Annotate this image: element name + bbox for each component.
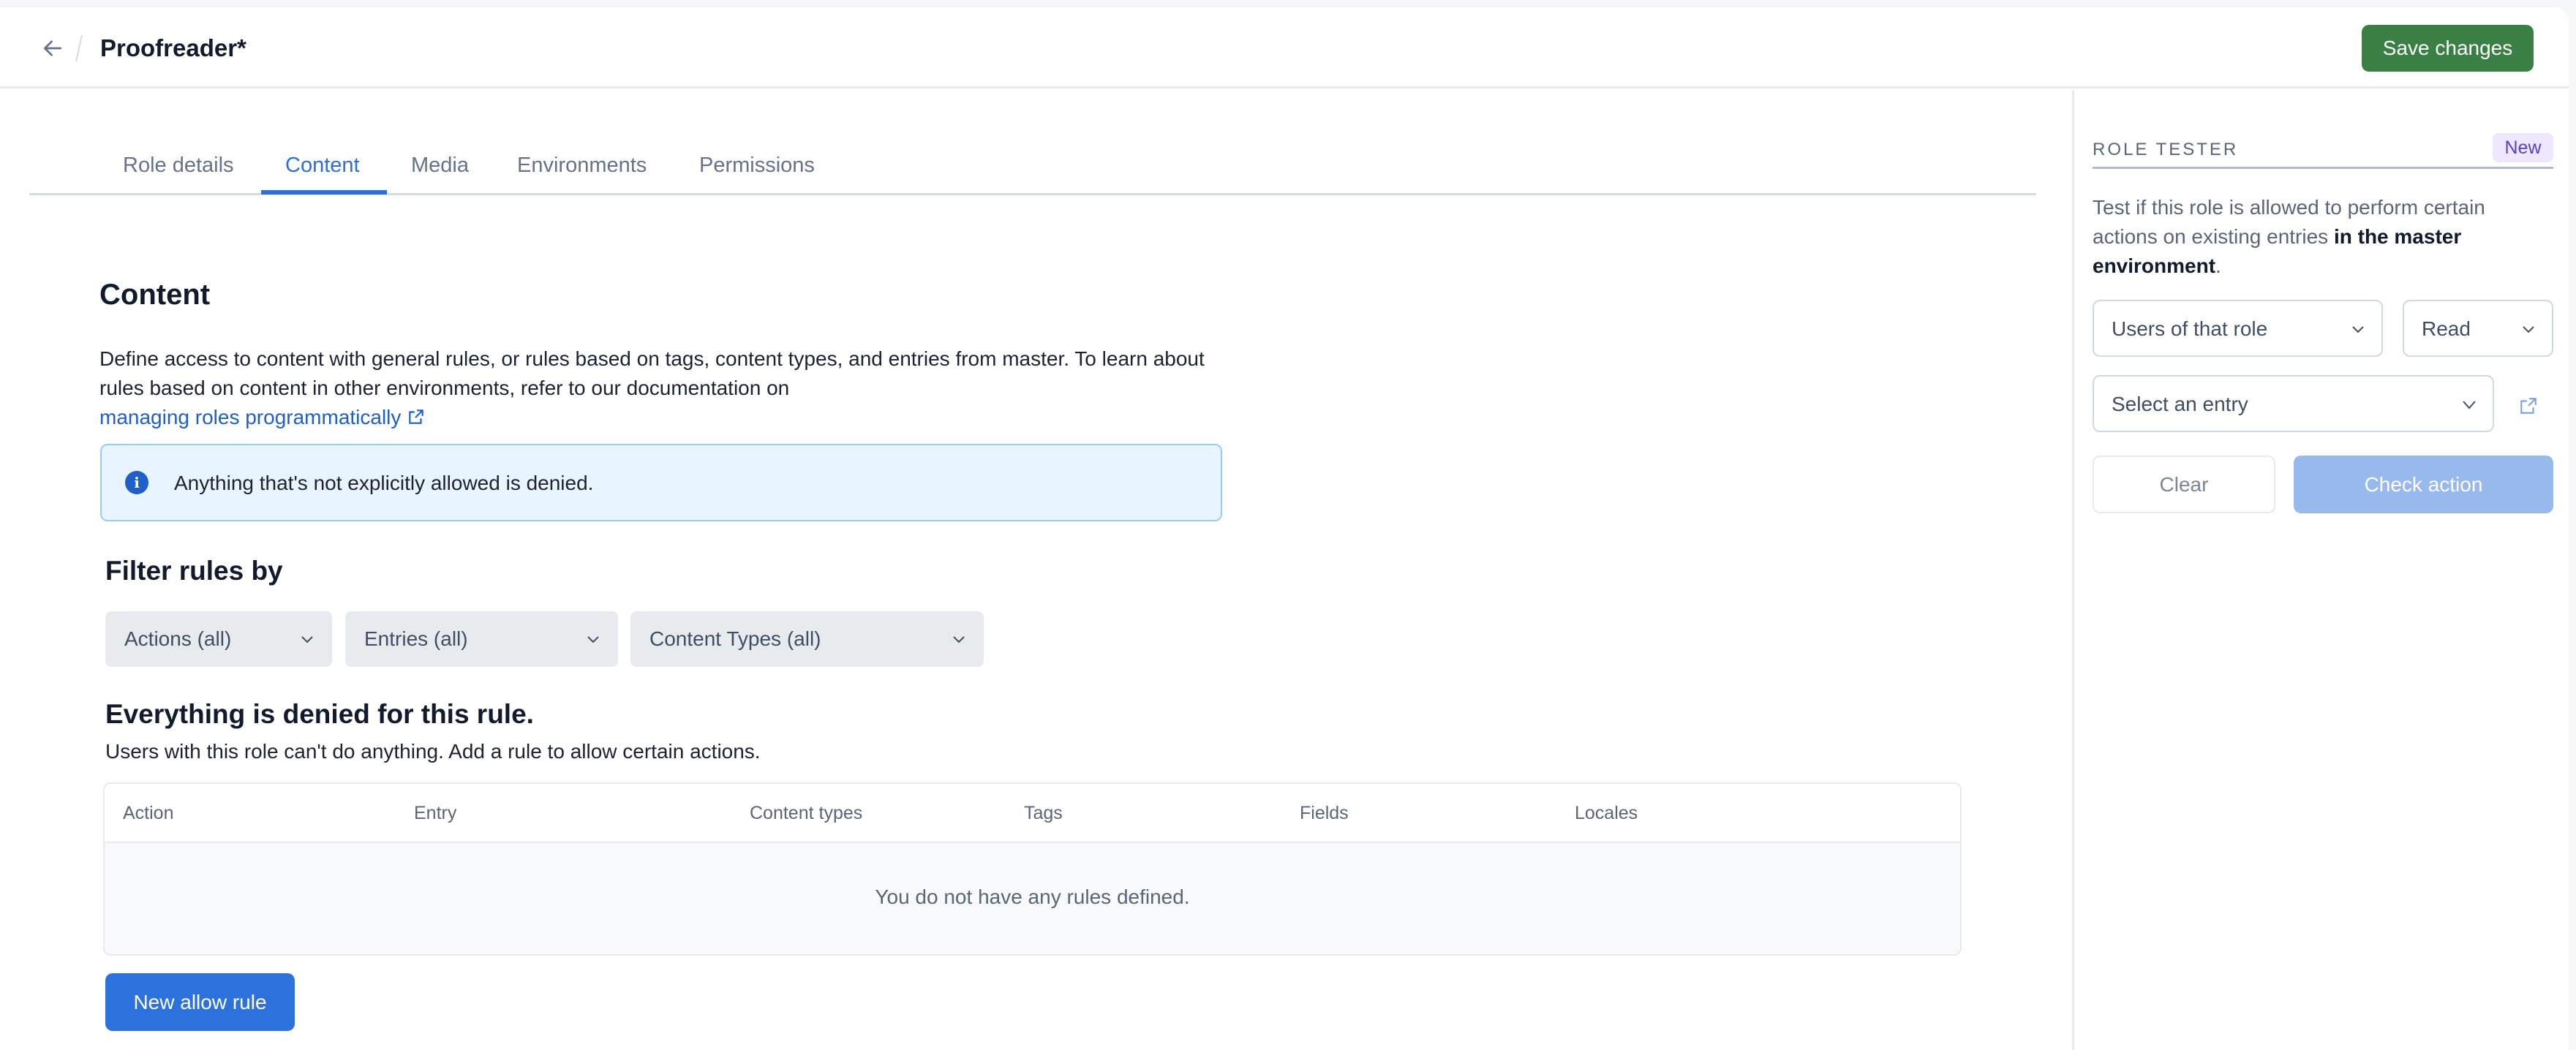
tab-media[interactable]: Media: [411, 151, 469, 180]
column-header-entry: Entry: [414, 803, 457, 823]
save-changes-button[interactable]: Save changes: [2362, 25, 2534, 72]
check-action-button[interactable]: Check action: [2294, 456, 2553, 513]
subject-select[interactable]: Users of that role: [2093, 300, 2383, 357]
chevron-down-icon: [953, 636, 965, 643]
doc-link-label[interactable]: managing roles programmatically: [99, 406, 401, 428]
entry-select-placeholder: Select an entry: [2112, 393, 2248, 415]
column-header-tags: Tags: [1024, 803, 1063, 823]
tab-role-details[interactable]: Role details: [123, 151, 234, 180]
doc-link[interactable]: managing roles programmatically: [99, 406, 426, 428]
column-header-content-types: Content types: [750, 803, 863, 823]
tab-environments[interactable]: Environments: [517, 151, 647, 180]
role-tester-description: Test if this role is allowed to perform …: [2093, 193, 2553, 281]
filter-actions-dropdown[interactable]: Actions (all): [105, 611, 332, 667]
description-end: .: [2215, 254, 2221, 277]
info-text: Anything that's not explicitly allowed i…: [174, 472, 594, 494]
role-tester-heading: ROLE TESTER: [2093, 140, 2239, 159]
info-icon: i: [125, 471, 148, 494]
denied-heading: Everything is denied for this rule.: [105, 699, 534, 729]
column-header-action: Action: [123, 803, 174, 823]
chevron-down-icon: [2523, 326, 2534, 333]
action-select[interactable]: Read: [2403, 300, 2553, 357]
action-select-value: Read: [2422, 317, 2471, 340]
arrow-left-icon[interactable]: [41, 37, 64, 60]
table-body: You do not have any rules defined.: [105, 843, 1960, 954]
filter-entries-label: Entries (all): [364, 627, 468, 650]
new-allow-rule-button[interactable]: New allow rule: [105, 973, 295, 1031]
info-note: i Anything that's not explicitly allowed…: [100, 444, 1222, 521]
filter-content-types-label: Content Types (all): [649, 627, 821, 650]
denied-subtitle: Users with this role can't do anything. …: [105, 740, 761, 763]
filter-actions-label: Actions (all): [124, 627, 232, 650]
main-content: Role details Content Media Environments …: [0, 91, 2072, 1050]
section-heading: Content: [99, 279, 211, 311]
chevron-down-icon: [2352, 326, 2364, 333]
active-tab-indicator: [261, 190, 387, 194]
empty-state-text: You do not have any rules defined.: [875, 885, 1190, 908]
page-header: Proofreader* Save changes: [0, 7, 2569, 88]
breadcrumb-separator: [75, 34, 83, 62]
page-title: Proofreader*: [100, 34, 246, 61]
filter-content-types-dropdown[interactable]: Content Types (all): [630, 611, 984, 667]
chevron-down-icon: [301, 636, 313, 643]
heading-divider: [2093, 167, 2553, 169]
chevron-down-icon: [2463, 401, 2476, 409]
chevron-down-icon: [587, 636, 599, 643]
column-header-fields: Fields: [1300, 803, 1349, 823]
column-header-locales: Locales: [1575, 803, 1638, 823]
external-link-icon: [409, 409, 424, 424]
page-card: Proofreader* Save changes Role details C…: [0, 7, 2569, 1050]
entry-select[interactable]: Select an entry: [2093, 375, 2494, 432]
table-header: Action Entry Content types Tags Fields L…: [105, 784, 1960, 843]
filter-heading: Filter rules by: [105, 556, 283, 586]
external-link-icon[interactable]: [2519, 396, 2538, 415]
filter-entries-dropdown[interactable]: Entries (all): [345, 611, 618, 667]
subject-select-value: Users of that role: [2112, 317, 2268, 340]
tab-content[interactable]: Content: [285, 151, 360, 180]
role-tester-panel: ROLE TESTER New Test if this role is all…: [2072, 91, 2569, 1050]
clear-button[interactable]: Clear: [2093, 456, 2275, 513]
section-description: Define access to content with general ru…: [99, 344, 1240, 432]
rules-table: Action Entry Content types Tags Fields L…: [103, 782, 1962, 956]
tab-bar: Role details Content Media Environments …: [29, 142, 2036, 195]
description-text: Define access to content with general ru…: [99, 347, 1205, 399]
tab-permissions[interactable]: Permissions: [699, 151, 815, 180]
new-badge: New: [2493, 133, 2553, 162]
